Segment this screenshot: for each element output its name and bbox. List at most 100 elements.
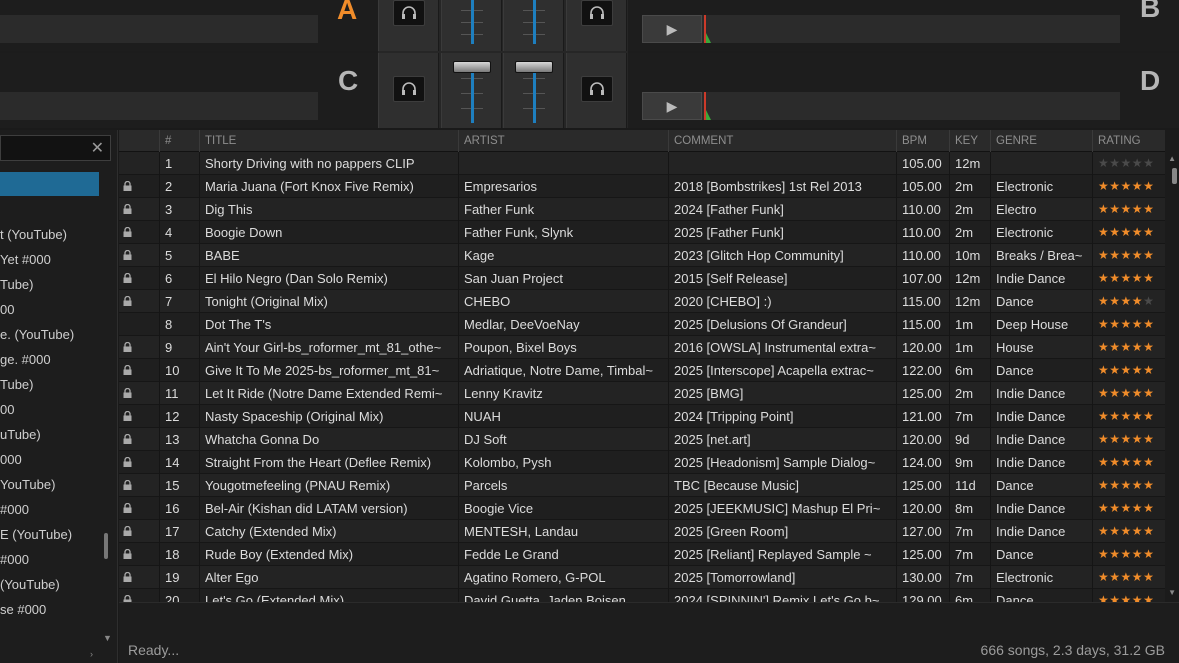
star-icon[interactable]: ★ (1121, 455, 1132, 469)
star-icon[interactable]: ★ (1109, 524, 1120, 538)
deck-c-track-bar[interactable] (0, 92, 318, 120)
sidebar-item[interactable]: Tube) (0, 377, 33, 392)
headphone-cue-c-button[interactable] (393, 76, 425, 102)
table-row[interactable]: 10 Give It To Me 2025-bs_roformer_mt_81~ A… (119, 359, 1165, 382)
star-icon[interactable]: ★ (1121, 179, 1132, 193)
sidebar-item[interactable]: E (YouTube) (0, 527, 72, 542)
deck-d-play-button[interactable]: ▶ (642, 92, 702, 120)
star-icon[interactable]: ★ (1098, 409, 1109, 423)
star-icon[interactable]: ★ (1132, 501, 1143, 515)
star-icon[interactable]: ★ (1121, 570, 1132, 584)
star-icon[interactable]: ★ (1098, 478, 1109, 492)
chevron-down-icon[interactable]: ▼ (103, 633, 112, 643)
sidebar-item[interactable]: e. (YouTube) (0, 327, 74, 342)
star-icon[interactable]: ★ (1121, 248, 1132, 262)
channel-fader-d-knob[interactable] (515, 61, 553, 73)
star-icon[interactable]: ★ (1121, 156, 1132, 170)
search-input[interactable]: ✕ (0, 135, 111, 161)
star-icon[interactable]: ★ (1121, 547, 1132, 561)
column-genre[interactable]: GENRE (990, 130, 1092, 152)
channel-fader-c[interactable] (471, 71, 474, 123)
star-icon[interactable]: ★ (1143, 202, 1154, 216)
star-icon[interactable]: ★ (1132, 409, 1143, 423)
star-icon[interactable]: ★ (1132, 363, 1143, 377)
table-row[interactable]: 20 Let's Go (Extended Mix) David Guetta, J… (119, 589, 1165, 602)
star-icon[interactable]: ★ (1143, 179, 1154, 193)
star-icon[interactable]: ★ (1121, 593, 1132, 602)
star-icon[interactable]: ★ (1132, 271, 1143, 285)
cell-rating[interactable]: ★★★★★ (1092, 520, 1165, 543)
headphone-cue-d-button[interactable] (581, 76, 613, 102)
star-icon[interactable]: ★ (1143, 363, 1154, 377)
deck-b-waveform[interactable] (642, 15, 1120, 43)
cell-rating[interactable]: ★★★★★ (1092, 175, 1165, 198)
table-row[interactable]: 6 El Hilo Negro (Dan Solo Remix) San Juan … (119, 267, 1165, 290)
star-icon[interactable]: ★ (1132, 524, 1143, 538)
cell-rating[interactable]: ★★★★★ (1092, 267, 1165, 290)
star-icon[interactable]: ★ (1143, 294, 1154, 308)
cell-rating[interactable]: ★★★★★ (1092, 221, 1165, 244)
chevron-down-icon[interactable]: ▼ (1168, 588, 1176, 597)
star-icon[interactable]: ★ (1132, 593, 1143, 602)
star-icon[interactable]: ★ (1143, 570, 1154, 584)
cell-rating[interactable]: ★★★★★ (1092, 198, 1165, 221)
star-icon[interactable]: ★ (1121, 317, 1132, 331)
star-icon[interactable]: ★ (1132, 386, 1143, 400)
star-icon[interactable]: ★ (1109, 179, 1120, 193)
star-icon[interactable]: ★ (1143, 432, 1154, 446)
star-icon[interactable]: ★ (1121, 524, 1132, 538)
sidebar-item[interactable]: Tube) (0, 277, 33, 292)
star-icon[interactable]: ★ (1109, 547, 1120, 561)
star-icon[interactable]: ★ (1143, 317, 1154, 331)
star-icon[interactable]: ★ (1109, 501, 1120, 515)
cell-rating[interactable]: ★★★★★ (1092, 405, 1165, 428)
table-row[interactable]: 14 Straight From the Heart (Deflee Remix)… (119, 451, 1165, 474)
cell-rating[interactable]: ★★★★★ (1092, 589, 1165, 602)
star-icon[interactable]: ★ (1121, 340, 1132, 354)
column-number[interactable]: # (159, 130, 199, 152)
star-icon[interactable]: ★ (1109, 432, 1120, 446)
cell-rating[interactable]: ★★★★★ (1092, 474, 1165, 497)
channel-fader-a[interactable] (471, 0, 474, 44)
star-icon[interactable]: ★ (1098, 386, 1109, 400)
sidebar-scrollbar[interactable] (104, 533, 108, 559)
headphone-cue-a-button[interactable] (393, 0, 425, 26)
table-row[interactable]: 3 Dig This Father Funk 2024 [Father Funk] 11… (119, 198, 1165, 221)
channel-fader-b[interactable] (533, 0, 536, 44)
sidebar-item[interactable]: Yet #000 (0, 252, 51, 267)
column-rating[interactable]: RATING (1092, 130, 1165, 152)
star-icon[interactable]: ★ (1121, 409, 1132, 423)
chevron-up-icon[interactable]: ▲ (1168, 154, 1176, 163)
star-icon[interactable]: ★ (1132, 317, 1143, 331)
table-scrollbar[interactable] (1172, 168, 1177, 184)
cell-rating[interactable]: ★★★★★ (1092, 244, 1165, 267)
sidebar-item[interactable]: se #000 (0, 602, 46, 617)
star-icon[interactable]: ★ (1143, 225, 1154, 239)
star-icon[interactable]: ★ (1143, 593, 1154, 602)
sidebar-item[interactable]: #000 (0, 552, 29, 567)
table-row[interactable]: 15 Yougotmefeeling (PNAU Remix) Parcels TBC… (119, 474, 1165, 497)
star-icon[interactable]: ★ (1098, 156, 1109, 170)
star-icon[interactable]: ★ (1109, 340, 1120, 354)
star-icon[interactable]: ★ (1098, 317, 1109, 331)
star-icon[interactable]: ★ (1109, 593, 1120, 602)
sidebar-item[interactable]: (YouTube) (0, 577, 60, 592)
star-icon[interactable]: ★ (1098, 432, 1109, 446)
table-row[interactable]: 1 Shorty Driving with no pappers CLIP 105.… (119, 152, 1165, 175)
star-icon[interactable]: ★ (1098, 455, 1109, 469)
deck-b-play-button[interactable]: ▶ (642, 15, 702, 43)
star-icon[interactable]: ★ (1098, 340, 1109, 354)
star-icon[interactable]: ★ (1121, 432, 1132, 446)
table-row[interactable]: 4 Boogie Down Father Funk, Slynk 2025 [Fath… (119, 221, 1165, 244)
table-row[interactable]: 13 Whatcha Gonna Do DJ Soft 2025 [net.art] 1… (119, 428, 1165, 451)
column-title[interactable]: TITLE (199, 130, 458, 152)
table-row[interactable]: 18 Rude Boy (Extended Mix) Fedde Le Grand 2… (119, 543, 1165, 566)
star-icon[interactable]: ★ (1098, 179, 1109, 193)
column-comment[interactable]: COMMENT (668, 130, 896, 152)
star-icon[interactable]: ★ (1143, 455, 1154, 469)
table-row[interactable]: 9 Ain't Your Girl-bs_roformer_mt_81_othe~… (119, 336, 1165, 359)
star-icon[interactable]: ★ (1109, 455, 1120, 469)
star-icon[interactable]: ★ (1121, 202, 1132, 216)
cell-rating[interactable]: ★★★★★ (1092, 290, 1165, 313)
star-icon[interactable]: ★ (1121, 386, 1132, 400)
